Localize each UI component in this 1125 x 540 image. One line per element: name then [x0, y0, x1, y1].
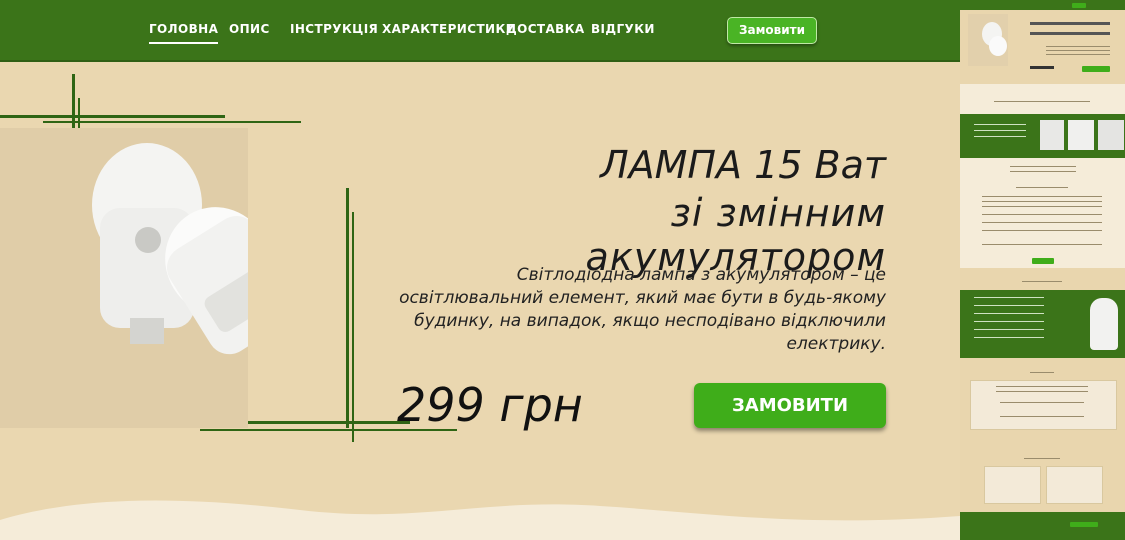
preview-text: [982, 196, 1102, 197]
section-wave: [0, 500, 960, 540]
hero-order-button[interactable]: ЗАМОВИТИ: [694, 383, 886, 428]
decor-line: [0, 115, 225, 118]
preview-heading: [1024, 458, 1060, 459]
preview-photo: [968, 14, 1008, 66]
hero-title-line1: ЛАМПА 15 Ват: [600, 143, 886, 187]
preview-text: [996, 391, 1088, 392]
preview-text: [1010, 171, 1076, 172]
preview-title: [1030, 22, 1110, 25]
preview-text: [1000, 402, 1084, 403]
preview-text: [1046, 46, 1110, 47]
preview-review-card: [984, 466, 1041, 504]
preview-text: [1016, 187, 1068, 188]
preview-text: [982, 214, 1102, 215]
preview-hero-button: [1082, 66, 1110, 72]
preview-text: [1000, 416, 1084, 417]
preview-gallery-image: [1040, 120, 1064, 150]
nav-item-instructions[interactable]: ІНСТРУКЦІЯ: [290, 22, 378, 36]
preview-text: [974, 297, 1044, 298]
preview-text: [994, 101, 1090, 102]
preview-text: [996, 386, 1088, 387]
top-navigation: ГОЛОВНА ОПИС ІНСТРУКЦІЯ ХАРАКТЕРИСТИКИ Д…: [0, 0, 960, 62]
preview-text: [982, 222, 1102, 223]
preview-text: [974, 329, 1044, 330]
nav-item-delivery[interactable]: ДОСТАВКА: [506, 22, 585, 36]
nav-item-specifications[interactable]: ХАРАКТЕРИСТИКИ: [382, 22, 516, 36]
preview-text: [982, 244, 1102, 245]
preview-text: [974, 305, 1044, 306]
preview-review-card: [1046, 466, 1103, 504]
nav-order-button[interactable]: Замовити: [727, 17, 817, 44]
preview-text: [1046, 50, 1110, 51]
landing-page: ГОЛОВНА ОПИС ІНСТРУКЦІЯ ХАРАКТЕРИСТИКИ Д…: [0, 0, 960, 540]
preview-text: [974, 321, 1044, 322]
preview-gallery-image: [1068, 120, 1094, 150]
product-price: 299 грн: [397, 378, 583, 432]
preview-gallery-image: [1098, 120, 1124, 150]
decor-line: [43, 121, 301, 123]
product-photo: [0, 128, 314, 428]
nav-item-home[interactable]: ГОЛОВНА: [149, 22, 219, 44]
preview-price: [1030, 66, 1054, 69]
preview-footer: [960, 512, 1125, 540]
hero-description: Світлодіодна лампа з акумулятором – це о…: [399, 265, 886, 354]
preview-text: [974, 337, 1044, 338]
decor-line: [346, 188, 349, 428]
preview-text: [1046, 54, 1110, 55]
preview-heading: [1030, 372, 1054, 373]
preview-spec-bulb: [1090, 298, 1118, 350]
preview-text: [982, 206, 1102, 207]
preview-delivery-box: [970, 380, 1117, 430]
preview-text: [982, 201, 1102, 202]
preview-button: [1032, 258, 1054, 264]
preview-section: [960, 84, 1125, 114]
preview-footer-button: [1070, 522, 1098, 527]
nav-item-reviews[interactable]: ВІДГУКИ: [591, 22, 655, 36]
preview-text: [1010, 166, 1076, 167]
page-preview-thumbnail: [960, 0, 1125, 540]
preview-order-button: [1072, 3, 1086, 8]
nav-item-description[interactable]: ОПИС: [229, 22, 270, 36]
preview-text: [974, 124, 1026, 125]
preview-text: [974, 313, 1044, 314]
preview-nav: [960, 0, 1125, 10]
preview-text: [982, 230, 1102, 231]
preview-instructions-section: [960, 158, 1125, 268]
decor-line: [352, 212, 354, 442]
preview-text: [974, 136, 1026, 137]
preview-heading: [1022, 281, 1062, 282]
preview-text: [974, 130, 1026, 131]
preview-title: [1030, 32, 1110, 35]
